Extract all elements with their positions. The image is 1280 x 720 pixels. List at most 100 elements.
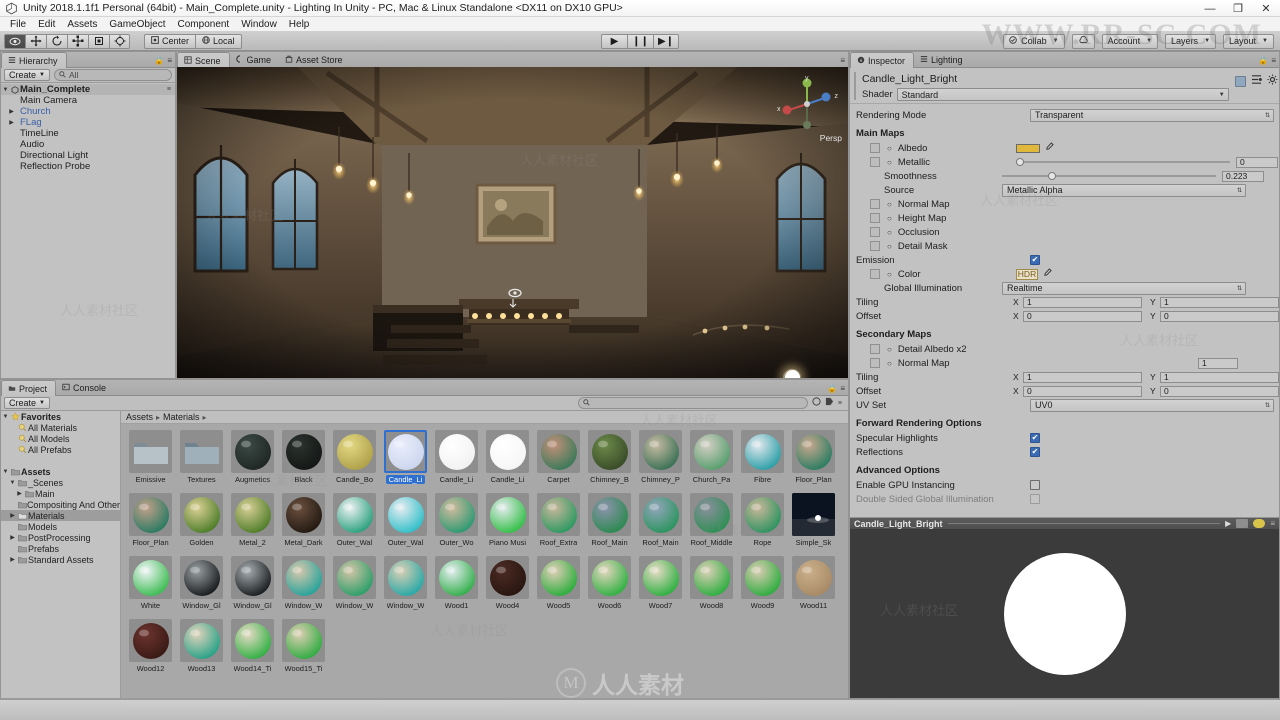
minimize-button[interactable]: — [1196, 0, 1224, 17]
asset-item[interactable]: Candle_Li [380, 430, 431, 493]
asset-item[interactable]: Roof_Middle [686, 493, 737, 556]
asset-item[interactable]: Golden [176, 493, 227, 556]
panel-menu-icon[interactable]: ≡ [167, 56, 172, 65]
tab-asset-store[interactable]: Asset Store [279, 52, 351, 67]
menu-edit[interactable]: Edit [32, 18, 61, 31]
project-tree-item[interactable]: All Materials [1, 422, 120, 433]
hierarchy-item[interactable]: Reflection Probe [1, 161, 175, 172]
asset-item[interactable]: Metal_2 [227, 493, 278, 556]
reflections-checkbox[interactable] [1030, 447, 1040, 457]
asset-item[interactable]: Chimney_P [635, 430, 686, 493]
specular-checkbox[interactable] [1030, 433, 1040, 443]
panel-menu-icon[interactable]: ≡ [1271, 56, 1276, 65]
chevron-right-icon[interactable]: ▶ [7, 119, 16, 126]
tab-console[interactable]: Console [56, 380, 114, 395]
tab-hierarchy[interactable]: Hierarchy [1, 52, 67, 68]
gear-icon[interactable] [1267, 74, 1278, 88]
menu-help[interactable]: Help [283, 18, 316, 31]
asset-grid[interactable]: Emissive Textures Augmetics Black Candle_Bo C… [121, 424, 848, 698]
asset-item[interactable]: Candle_Bo [329, 430, 380, 493]
smoothness-slider[interactable] [1002, 171, 1216, 181]
lock-icon[interactable]: 🔒 [154, 56, 164, 65]
normal-map-texture-slot[interactable] [870, 199, 880, 209]
close-button[interactable]: ✕ [1252, 0, 1280, 17]
gi-dropdown[interactable]: Realtime ⇅ [1002, 281, 1246, 295]
hierarchy-item[interactable]: Directional Light [1, 150, 175, 161]
asset-item[interactable]: Textures [176, 430, 227, 493]
asset-item[interactable]: Metal_Dark [278, 493, 329, 556]
menu-component[interactable]: Component [172, 18, 236, 31]
project-tree-item[interactable]: Compositing And Other [1, 499, 120, 510]
chevron-right-icon[interactable]: ▶ [8, 556, 17, 563]
tab-project[interactable]: Project [1, 380, 57, 396]
layers-button[interactable]: Layers ▼ [1165, 33, 1217, 49]
preview-viewport[interactable] [850, 530, 1279, 698]
project-tree-item[interactable]: ▶ Standard Assets [1, 554, 120, 565]
tab-lighting[interactable]: Lighting [914, 52, 971, 67]
asset-item[interactable]: Roof_Main [584, 493, 635, 556]
asset-item[interactable]: Carpet [533, 430, 584, 493]
metallic-texture-slot[interactable] [870, 157, 880, 167]
asset-item[interactable]: Wood14_Ti [227, 619, 278, 682]
space-mode-button[interactable]: Local [195, 33, 242, 49]
asset-item[interactable]: Piano Musi [482, 493, 533, 556]
tiling-x-field[interactable]: 1 [1023, 296, 1142, 308]
hierarchy-item[interactable]: Audio [1, 139, 175, 150]
preview-menu-icon[interactable]: ≡ [1270, 519, 1275, 528]
scene-viewport[interactable]: x y z Persp [177, 67, 848, 378]
project-tree-item[interactable]: ▶ Materials [1, 510, 120, 521]
tiling-y-field[interactable]: 1 [1160, 296, 1279, 308]
chevron-down-icon[interactable]: ▼ [1, 414, 10, 420]
rendering-mode-dropdown[interactable]: Transparent ⇅ [1030, 108, 1274, 122]
asset-item[interactable]: Wood7 [635, 556, 686, 619]
chevron-right-icon[interactable]: ▶ [15, 490, 24, 497]
hierarchy-item[interactable]: TimeLine [1, 128, 175, 139]
project-tree-item[interactable]: ▼ Favorites [1, 411, 120, 422]
tab-game[interactable]: Game [230, 52, 280, 67]
hierarchy-create-button[interactable]: Create ▼ [4, 69, 50, 81]
asset-item[interactable]: Roof_Extra [533, 493, 584, 556]
asset-item[interactable]: Black [278, 430, 329, 493]
pivot-mode-button[interactable]: Center [144, 33, 196, 49]
hierarchy-item[interactable]: Main Camera [1, 95, 175, 106]
asset-item[interactable]: Candle_Li [431, 430, 482, 493]
detail-mask-texture-slot[interactable] [870, 241, 880, 251]
asset-item[interactable]: Window_Gl [176, 556, 227, 619]
panel-menu-icon[interactable]: ≡ [840, 384, 845, 393]
asset-item[interactable]: Chimney_B [584, 430, 635, 493]
collab-button[interactable]: Collab ▼ [1003, 33, 1065, 49]
hierarchy-item[interactable]: ▶ Church [1, 106, 175, 117]
menu-gameobject[interactable]: GameObject [103, 18, 171, 31]
asset-item[interactable]: Candle_Li [482, 430, 533, 493]
chevron-right-icon[interactable]: ▶ [8, 534, 17, 541]
filter-type-icon[interactable] [812, 397, 821, 409]
lock-icon[interactable]: 🔒 [827, 384, 837, 393]
hierarchy-search-input[interactable]: All [53, 69, 172, 81]
asset-item[interactable]: Wood9 [737, 556, 788, 619]
project-tree-item[interactable]: ▼ Assets [1, 466, 120, 477]
filter-label-icon[interactable] [825, 397, 834, 409]
asset-item[interactable]: Floor_Plan [788, 430, 839, 493]
move-tool-button[interactable] [25, 33, 46, 49]
metallic-slider-knob[interactable] [1016, 158, 1024, 166]
offset-x-field[interactable]: 0 [1023, 310, 1142, 322]
sec-normal-texture-slot[interactable] [870, 358, 880, 368]
asset-item[interactable]: Wood5 [533, 556, 584, 619]
menu-assets[interactable]: Assets [61, 18, 103, 31]
scene-axis-gizmo[interactable]: x y z [777, 75, 838, 131]
asset-item[interactable]: Emissive [125, 430, 176, 493]
asset-item[interactable]: Window_W [329, 556, 380, 619]
breadcrumb-item[interactable]: Assets [126, 412, 153, 422]
scale-tool-button[interactable] [67, 33, 88, 49]
asset-icon[interactable] [1234, 75, 1246, 87]
smoothness-value[interactable]: 0.223 [1222, 170, 1264, 182]
maximize-button[interactable]: ❐ [1224, 0, 1252, 17]
chevron-right-icon[interactable]: ▶ [7, 108, 16, 115]
project-view-menu-icon[interactable]: ≡ [838, 400, 842, 407]
asset-item[interactable]: Roof_Main [635, 493, 686, 556]
selected-light-handle[interactable] [785, 370, 800, 378]
project-tree-item[interactable]: Models [1, 521, 120, 532]
asset-item[interactable]: Church_Pa [686, 430, 737, 493]
eyedropper-icon[interactable] [1043, 268, 1052, 280]
tab-inspector[interactable]: Inspector [850, 52, 915, 68]
